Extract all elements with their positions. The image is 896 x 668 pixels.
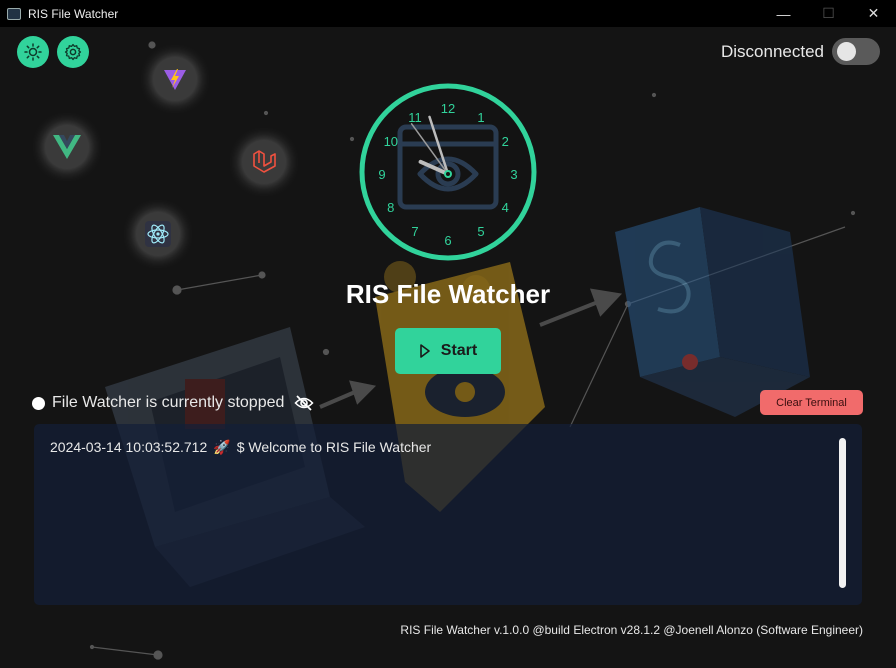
- window-title: RIS File Watcher: [28, 6, 119, 21]
- laravel-icon: [242, 140, 286, 184]
- terminal-message: $ Welcome to RIS File Watcher: [236, 439, 432, 455]
- connection-label: Disconnected: [720, 41, 824, 61]
- clock-number: 7: [411, 224, 418, 239]
- app-title: RIS File Watcher: [345, 279, 551, 309]
- watcher-status: File Watcher is currently stopped: [32, 394, 314, 412]
- eye-off-icon: [294, 395, 314, 411]
- status-text: File Watcher is currently stopped: [52, 394, 285, 411]
- terminal-panel[interactable]: 2024-03-14 10:03:52.712 🚀 $ Welcome to R…: [34, 424, 862, 605]
- start-button[interactable]: Start: [395, 328, 501, 374]
- clock-number: 11: [408, 110, 422, 125]
- window-titlebar: RIS File Watcher — ☐ ✕: [0, 0, 896, 27]
- connection-status: Disconnected: [721, 38, 880, 65]
- clock-logo: 121234567891011: [359, 83, 537, 261]
- play-icon: [419, 344, 430, 358]
- close-button[interactable]: ✕: [851, 0, 896, 27]
- clear-terminal-button[interactable]: Clear Terminal: [760, 390, 863, 415]
- clock-number: 1: [477, 110, 484, 125]
- clock-number: 2: [502, 134, 509, 149]
- minimize-button[interactable]: —: [761, 0, 806, 27]
- vue-icon: [45, 125, 89, 169]
- clock-number: 4: [502, 200, 509, 215]
- terminal-line: 2024-03-14 10:03:52.712 🚀 $ Welcome to R…: [50, 439, 431, 456]
- clock-number: 9: [378, 167, 385, 182]
- electron-icon: [136, 212, 180, 256]
- clock-number: 6: [444, 233, 451, 248]
- app-main: Disconnected 12 1 2 3 4 5 6 7 8 9 10 11 …: [0, 27, 896, 668]
- vite-icon: [153, 57, 197, 101]
- terminal-scrollbar[interactable]: [839, 438, 846, 588]
- connection-toggle[interactable]: [832, 38, 880, 65]
- footer-credits: RIS File Watcher v.1.0.0 @build Electron…: [400, 623, 863, 637]
- start-button-label: Start: [440, 342, 478, 359]
- clock-number: 12: [441, 101, 455, 116]
- theme-toggle-button[interactable]: [17, 36, 49, 68]
- rocket-icon: 🚀: [213, 439, 231, 455]
- status-dot: [32, 396, 45, 410]
- clock-number: 5: [477, 224, 484, 239]
- terminal-timestamp: 2024-03-14 10:03:52.712: [50, 439, 208, 455]
- maximize-button[interactable]: ☐: [806, 0, 851, 27]
- window-controls: — ☐ ✕: [761, 0, 896, 27]
- app-icon: [7, 7, 21, 20]
- clock-number: 3: [510, 167, 517, 182]
- gear-icon: [64, 43, 82, 61]
- sun-icon: [24, 43, 42, 61]
- clock-number: 10: [384, 134, 398, 149]
- toggle-knob: [837, 42, 856, 61]
- settings-button[interactable]: [57, 36, 89, 68]
- clock-number: 8: [387, 200, 394, 215]
